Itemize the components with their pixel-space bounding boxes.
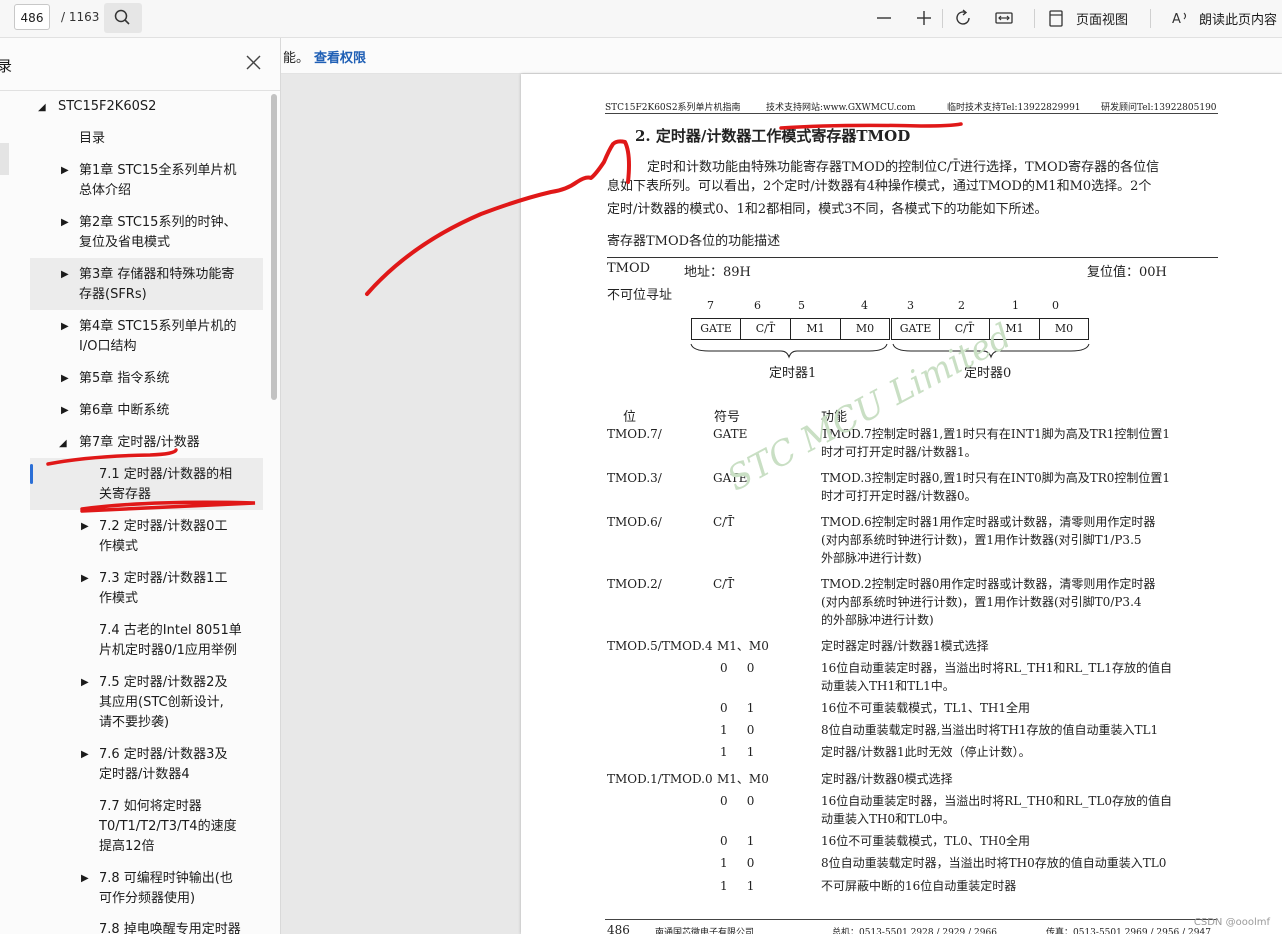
minus-icon xyxy=(877,17,891,19)
svg-text:A: A xyxy=(1172,12,1181,27)
fit-width-button[interactable] xyxy=(993,8,1015,28)
read-aloud-icon: A xyxy=(1172,12,1187,27)
sidebar-red-annotations xyxy=(46,448,256,513)
page-view-icon-wrap[interactable] xyxy=(1045,8,1067,28)
fit-width-icon xyxy=(995,12,1013,24)
rotate-button[interactable] xyxy=(953,8,975,28)
page-number-input[interactable]: 486 xyxy=(14,4,50,30)
page-total: / 1163 xyxy=(61,10,100,24)
toolbar-separator xyxy=(942,9,943,28)
toolbar-separator xyxy=(1034,9,1035,28)
toc-sidebar: 录 ◢ STC15F2K60S2 目录 ▶ 第1章 STC15全系列单片机总体介… xyxy=(0,38,281,934)
page-view-button[interactable]: 页面视图 xyxy=(1076,9,1128,28)
notice-text: 能。 xyxy=(283,51,310,66)
search-button[interactable] xyxy=(104,3,142,33)
read-aloud-icon-wrap[interactable]: A xyxy=(1170,8,1192,28)
csdn-watermark: CSDN @ooolmf xyxy=(1193,917,1270,928)
page-view-icon xyxy=(1049,10,1063,27)
view-permissions-link[interactable]: 查看权限 xyxy=(314,47,366,66)
zoom-in-button[interactable] xyxy=(913,8,935,28)
document-red-annotations xyxy=(365,122,963,296)
rotate-icon xyxy=(956,9,970,25)
top-toolbar: 486 / 1163 页面视图 A 朗读此页内容 xyxy=(0,0,1282,38)
read-aloud-button[interactable]: 朗读此页内容 xyxy=(1199,9,1277,28)
permission-notice-bar: 能。 查看权限 xyxy=(280,38,1282,74)
toolbar-separator xyxy=(1150,9,1151,28)
zoom-out-button[interactable] xyxy=(873,8,895,28)
search-icon xyxy=(114,9,130,25)
plus-icon xyxy=(917,11,931,25)
